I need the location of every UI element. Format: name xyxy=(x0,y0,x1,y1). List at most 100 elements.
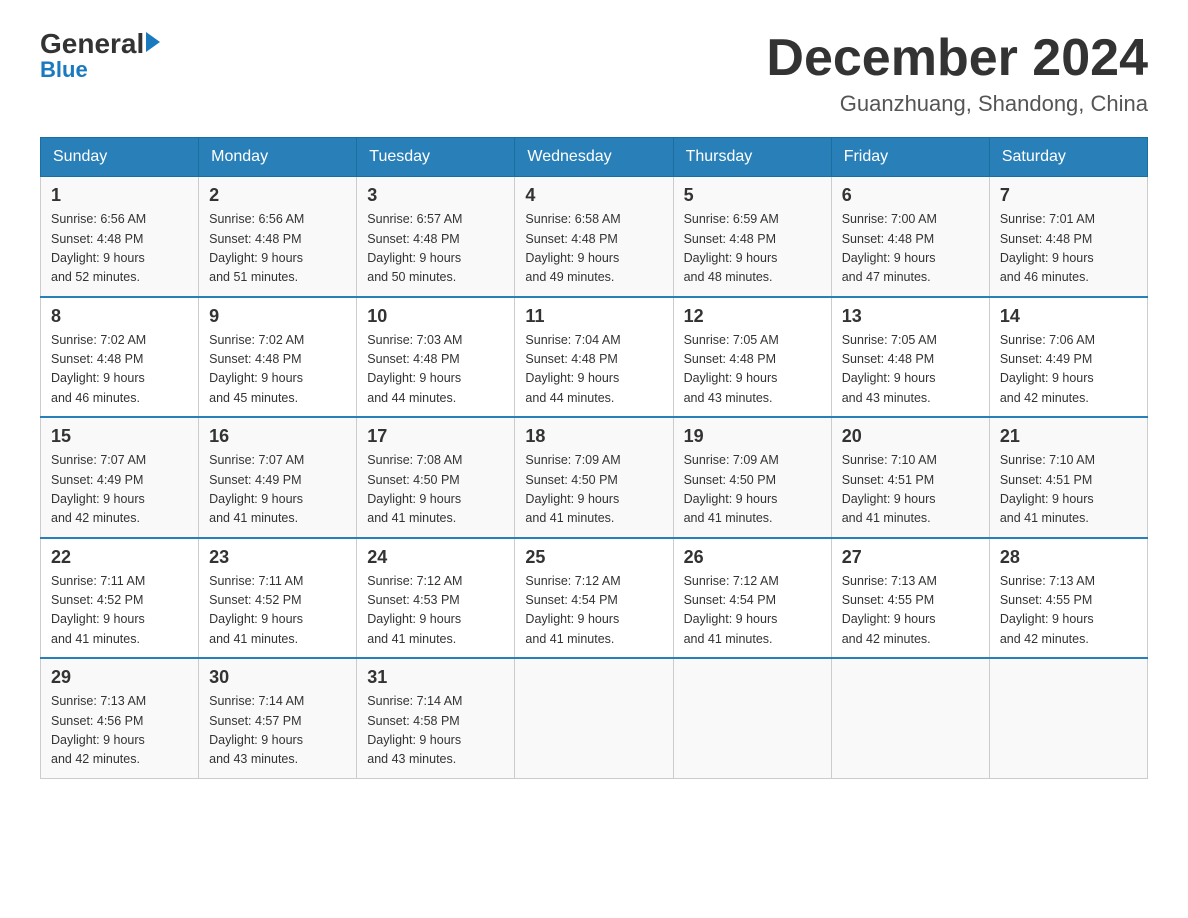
day-number: 7 xyxy=(1000,185,1137,206)
page-header: General Blue December 2024 Guanzhuang, S… xyxy=(40,30,1148,117)
day-number: 22 xyxy=(51,547,188,568)
calendar-cell: 1 Sunrise: 6:56 AMSunset: 4:48 PMDayligh… xyxy=(41,177,199,297)
calendar-cell: 13 Sunrise: 7:05 AMSunset: 4:48 PMDaylig… xyxy=(831,297,989,418)
calendar-cell: 4 Sunrise: 6:58 AMSunset: 4:48 PMDayligh… xyxy=(515,177,673,297)
day-number: 23 xyxy=(209,547,346,568)
day-info: Sunrise: 7:07 AMSunset: 4:49 PMDaylight:… xyxy=(209,453,304,525)
calendar-cell: 3 Sunrise: 6:57 AMSunset: 4:48 PMDayligh… xyxy=(357,177,515,297)
calendar-cell: 15 Sunrise: 7:07 AMSunset: 4:49 PMDaylig… xyxy=(41,417,199,538)
header-saturday: Saturday xyxy=(989,138,1147,177)
calendar-cell: 25 Sunrise: 7:12 AMSunset: 4:54 PMDaylig… xyxy=(515,538,673,659)
day-number: 11 xyxy=(525,306,662,327)
calendar-cell: 12 Sunrise: 7:05 AMSunset: 4:48 PMDaylig… xyxy=(673,297,831,418)
day-number: 4 xyxy=(525,185,662,206)
calendar-header-row: Sunday Monday Tuesday Wednesday Thursday… xyxy=(41,138,1148,177)
calendar-cell: 24 Sunrise: 7:12 AMSunset: 4:53 PMDaylig… xyxy=(357,538,515,659)
day-number: 26 xyxy=(684,547,821,568)
calendar-cell: 6 Sunrise: 7:00 AMSunset: 4:48 PMDayligh… xyxy=(831,177,989,297)
day-number: 21 xyxy=(1000,426,1137,447)
logo-blue-text: Blue xyxy=(40,58,160,82)
title-block: December 2024 Guanzhuang, Shandong, Chin… xyxy=(766,30,1148,117)
day-number: 28 xyxy=(1000,547,1137,568)
day-number: 25 xyxy=(525,547,662,568)
day-info: Sunrise: 7:02 AMSunset: 4:48 PMDaylight:… xyxy=(209,333,304,405)
calendar-cell: 27 Sunrise: 7:13 AMSunset: 4:55 PMDaylig… xyxy=(831,538,989,659)
day-info: Sunrise: 7:14 AMSunset: 4:57 PMDaylight:… xyxy=(209,694,304,766)
calendar-week-2: 8 Sunrise: 7:02 AMSunset: 4:48 PMDayligh… xyxy=(41,297,1148,418)
header-thursday: Thursday xyxy=(673,138,831,177)
calendar-cell: 28 Sunrise: 7:13 AMSunset: 4:55 PMDaylig… xyxy=(989,538,1147,659)
day-info: Sunrise: 6:57 AMSunset: 4:48 PMDaylight:… xyxy=(367,212,462,284)
day-number: 5 xyxy=(684,185,821,206)
day-number: 13 xyxy=(842,306,979,327)
logo-general-text: General xyxy=(40,30,144,58)
day-number: 24 xyxy=(367,547,504,568)
day-info: Sunrise: 6:56 AMSunset: 4:48 PMDaylight:… xyxy=(209,212,304,284)
calendar-cell: 31 Sunrise: 7:14 AMSunset: 4:58 PMDaylig… xyxy=(357,658,515,778)
calendar-cell: 5 Sunrise: 6:59 AMSunset: 4:48 PMDayligh… xyxy=(673,177,831,297)
day-info: Sunrise: 7:05 AMSunset: 4:48 PMDaylight:… xyxy=(842,333,937,405)
day-number: 31 xyxy=(367,667,504,688)
calendar-cell: 29 Sunrise: 7:13 AMSunset: 4:56 PMDaylig… xyxy=(41,658,199,778)
day-number: 8 xyxy=(51,306,188,327)
day-number: 27 xyxy=(842,547,979,568)
calendar-cell: 14 Sunrise: 7:06 AMSunset: 4:49 PMDaylig… xyxy=(989,297,1147,418)
calendar-cell: 20 Sunrise: 7:10 AMSunset: 4:51 PMDaylig… xyxy=(831,417,989,538)
calendar-week-5: 29 Sunrise: 7:13 AMSunset: 4:56 PMDaylig… xyxy=(41,658,1148,778)
day-number: 3 xyxy=(367,185,504,206)
day-number: 14 xyxy=(1000,306,1137,327)
day-info: Sunrise: 7:06 AMSunset: 4:49 PMDaylight:… xyxy=(1000,333,1095,405)
calendar-cell xyxy=(673,658,831,778)
day-number: 18 xyxy=(525,426,662,447)
calendar-cell: 21 Sunrise: 7:10 AMSunset: 4:51 PMDaylig… xyxy=(989,417,1147,538)
day-info: Sunrise: 7:04 AMSunset: 4:48 PMDaylight:… xyxy=(525,333,620,405)
calendar-cell: 2 Sunrise: 6:56 AMSunset: 4:48 PMDayligh… xyxy=(199,177,357,297)
day-info: Sunrise: 7:11 AMSunset: 4:52 PMDaylight:… xyxy=(209,574,303,646)
header-wednesday: Wednesday xyxy=(515,138,673,177)
calendar-cell: 11 Sunrise: 7:04 AMSunset: 4:48 PMDaylig… xyxy=(515,297,673,418)
day-number: 15 xyxy=(51,426,188,447)
logo-blue-label: Blue xyxy=(40,57,88,82)
day-info: Sunrise: 7:12 AMSunset: 4:54 PMDaylight:… xyxy=(525,574,620,646)
calendar-week-3: 15 Sunrise: 7:07 AMSunset: 4:49 PMDaylig… xyxy=(41,417,1148,538)
day-number: 30 xyxy=(209,667,346,688)
day-info: Sunrise: 7:10 AMSunset: 4:51 PMDaylight:… xyxy=(842,453,937,525)
calendar-cell xyxy=(515,658,673,778)
header-sunday: Sunday xyxy=(41,138,199,177)
day-info: Sunrise: 7:00 AMSunset: 4:48 PMDaylight:… xyxy=(842,212,937,284)
calendar-cell xyxy=(989,658,1147,778)
day-info: Sunrise: 7:02 AMSunset: 4:48 PMDaylight:… xyxy=(51,333,146,405)
day-number: 29 xyxy=(51,667,188,688)
day-number: 1 xyxy=(51,185,188,206)
calendar-location: Guanzhuang, Shandong, China xyxy=(766,91,1148,117)
day-info: Sunrise: 6:58 AMSunset: 4:48 PMDaylight:… xyxy=(525,212,620,284)
calendar-cell: 7 Sunrise: 7:01 AMSunset: 4:48 PMDayligh… xyxy=(989,177,1147,297)
day-info: Sunrise: 6:56 AMSunset: 4:48 PMDaylight:… xyxy=(51,212,146,284)
day-info: Sunrise: 7:07 AMSunset: 4:49 PMDaylight:… xyxy=(51,453,146,525)
day-number: 16 xyxy=(209,426,346,447)
logo: General Blue xyxy=(40,30,160,82)
day-info: Sunrise: 7:01 AMSunset: 4:48 PMDaylight:… xyxy=(1000,212,1095,284)
day-info: Sunrise: 7:13 AMSunset: 4:56 PMDaylight:… xyxy=(51,694,146,766)
header-friday: Friday xyxy=(831,138,989,177)
calendar-cell: 10 Sunrise: 7:03 AMSunset: 4:48 PMDaylig… xyxy=(357,297,515,418)
calendar-cell: 17 Sunrise: 7:08 AMSunset: 4:50 PMDaylig… xyxy=(357,417,515,538)
calendar-cell: 26 Sunrise: 7:12 AMSunset: 4:54 PMDaylig… xyxy=(673,538,831,659)
day-info: Sunrise: 6:59 AMSunset: 4:48 PMDaylight:… xyxy=(684,212,779,284)
day-info: Sunrise: 7:10 AMSunset: 4:51 PMDaylight:… xyxy=(1000,453,1095,525)
day-number: 6 xyxy=(842,185,979,206)
calendar-cell: 16 Sunrise: 7:07 AMSunset: 4:49 PMDaylig… xyxy=(199,417,357,538)
header-monday: Monday xyxy=(199,138,357,177)
calendar-cell: 9 Sunrise: 7:02 AMSunset: 4:48 PMDayligh… xyxy=(199,297,357,418)
logo-arrow-icon xyxy=(146,32,160,52)
day-info: Sunrise: 7:05 AMSunset: 4:48 PMDaylight:… xyxy=(684,333,779,405)
calendar-cell: 23 Sunrise: 7:11 AMSunset: 4:52 PMDaylig… xyxy=(199,538,357,659)
calendar-title: December 2024 xyxy=(766,30,1148,87)
calendar-table: Sunday Monday Tuesday Wednesday Thursday… xyxy=(40,137,1148,779)
logo-top-row: General xyxy=(40,30,160,58)
day-info: Sunrise: 7:09 AMSunset: 4:50 PMDaylight:… xyxy=(525,453,620,525)
day-info: Sunrise: 7:12 AMSunset: 4:54 PMDaylight:… xyxy=(684,574,779,646)
day-number: 12 xyxy=(684,306,821,327)
day-number: 9 xyxy=(209,306,346,327)
day-number: 17 xyxy=(367,426,504,447)
